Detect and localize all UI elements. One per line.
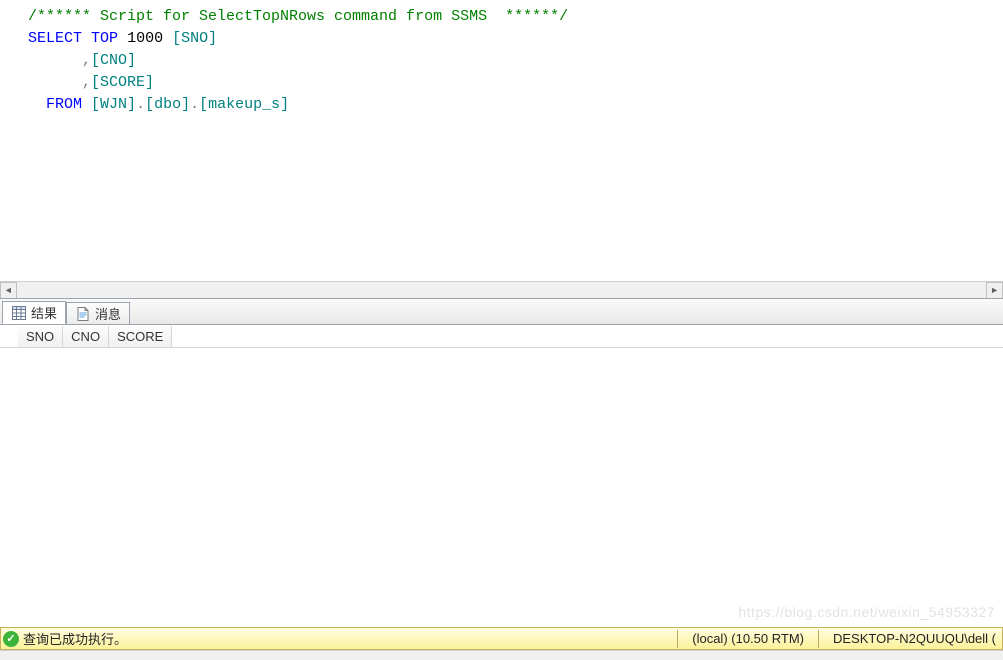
grid-header-row: SNOCNOSCORE — [0, 326, 1003, 348]
status-separator — [818, 630, 819, 648]
bottom-edge — [0, 650, 1003, 660]
status-bar: ✓ 查询已成功执行。 (local) (10.50 RTM) DESKTOP-N… — [0, 627, 1003, 650]
scroll-right-button[interactable]: ► — [986, 282, 1003, 298]
results-tabs: 结果 消息 — [0, 298, 1003, 325]
tab-messages-label: 消息 — [95, 304, 121, 323]
scroll-track[interactable] — [17, 282, 986, 298]
status-separator — [677, 630, 678, 648]
status-user: DESKTOP-N2QUUQU\dell ( — [827, 631, 1002, 646]
grid-column-header[interactable]: SNO — [18, 326, 63, 347]
grid-icon — [11, 305, 27, 321]
sql-editor[interactable]: /****** Script for SelectTopNRows comman… — [0, 0, 1003, 298]
tab-results[interactable]: 结果 — [2, 301, 66, 324]
results-grid[interactable]: SNOCNOSCORE — [0, 325, 1003, 618]
tab-messages[interactable]: 消息 — [66, 302, 130, 324]
success-icon: ✓ — [3, 631, 19, 647]
editor-hscrollbar[interactable]: ◄ ► — [0, 281, 1003, 298]
document-icon — [75, 306, 91, 322]
status-server: (local) (10.50 RTM) — [686, 631, 810, 646]
grid-column-header[interactable]: SCORE — [109, 326, 172, 347]
status-text: 查询已成功执行。 — [23, 629, 127, 648]
scroll-left-button[interactable]: ◄ — [0, 282, 17, 298]
grid-column-header[interactable]: CNO — [63, 326, 109, 347]
tab-results-label: 结果 — [31, 303, 57, 322]
